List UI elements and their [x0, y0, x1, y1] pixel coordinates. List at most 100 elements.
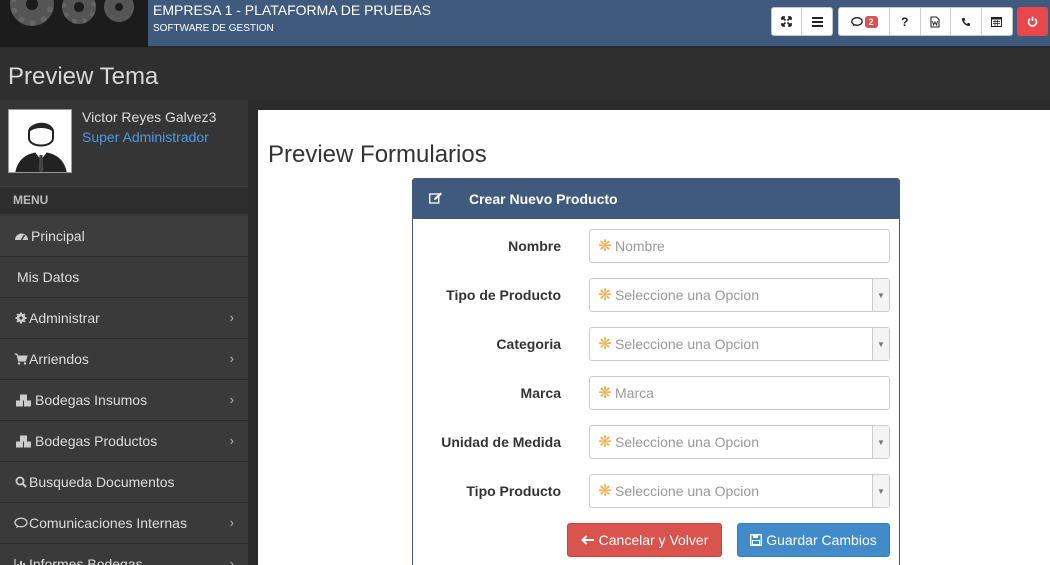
categoria-placeholder: Seleccione una Opcion: [615, 336, 759, 352]
form-row-categoria: Categoria ❋ Seleccione una Opcion ▼: [413, 327, 899, 361]
marca-label: Marca: [520, 385, 561, 401]
page-header: Preview Tema: [0, 48, 1050, 100]
arrow-left-icon: [580, 535, 594, 545]
sidebar-item-label: Comunicaciones Internas: [29, 515, 187, 531]
marca-placeholder: Marca: [615, 385, 654, 401]
asterisk-icon: ❋: [598, 385, 612, 402]
dashboard-icon: [15, 233, 28, 241]
panel-header: Crear Nuevo Producto: [413, 179, 899, 219]
sidebar-item-label: Informes Bodegas: [29, 556, 143, 565]
sidebar-item-informes-bodegas[interactable]: Informes Bodegas ›: [0, 544, 248, 565]
nombre-placeholder: Nombre: [615, 238, 665, 254]
caret-down-icon: ▼: [872, 279, 889, 311]
tipo-producto-select[interactable]: ❋ Seleccione una Opcion ▼: [589, 474, 890, 508]
view-toolbar: [771, 7, 833, 36]
top-navbar: EMPRESA 1 - PLATAFORMA DE PRUEBAS SOFTWA…: [0, 0, 1050, 47]
gear-icon: [15, 312, 27, 324]
asterisk-icon: ❋: [598, 238, 612, 255]
caret-down-icon: ▼: [872, 426, 889, 458]
tipo-de-producto-placeholder: Seleccione una Opcion: [615, 287, 759, 303]
unidad-de-medida-label: Unidad de Medida: [441, 434, 561, 450]
sidebar-item-arriendos[interactable]: Arriendos ›: [0, 339, 248, 380]
cart-icon: [14, 353, 28, 365]
sidebar-item-bodegas-insumos[interactable]: Bodegas Insumos ›: [0, 380, 248, 421]
help-button[interactable]: ?: [890, 8, 921, 35]
tipo-producto-placeholder: Seleccione una Opcion: [615, 483, 759, 499]
messages-badge: 2: [864, 15, 878, 28]
company-title: EMPRESA 1 - PLATAFORMA DE PRUEBAS: [153, 2, 431, 18]
cancel-button[interactable]: Cancelar y Volver: [567, 523, 722, 557]
calendar-button[interactable]: [982, 8, 1012, 35]
content-title: Preview Formularios: [268, 141, 487, 168]
menu-header: MENU: [0, 186, 248, 214]
chevron-right-icon: ›: [229, 556, 234, 565]
user-name: Victor Reyes Galvez3: [82, 109, 217, 125]
tipo-de-producto-label: Tipo de Producto: [446, 287, 561, 303]
calendar-icon: [991, 17, 1003, 27]
fullscreen-button[interactable]: [772, 8, 803, 35]
user-avatar-icon: [9, 110, 71, 172]
sidebar-item-principal[interactable]: Principal: [0, 216, 248, 257]
menu-toggle-button[interactable]: [802, 8, 832, 35]
chevron-right-icon: ›: [229, 351, 234, 366]
chevron-right-icon: ›: [229, 392, 234, 407]
comment-icon: [14, 517, 28, 529]
phone-button[interactable]: [951, 8, 982, 35]
sidebar-item-label: Busqueda Documentos: [29, 474, 175, 490]
sidebar-item-label: Administrar: [29, 310, 100, 326]
sidebar: Victor Reyes Galvez3 Super Administrador…: [0, 100, 248, 565]
help-label: ?: [901, 14, 909, 29]
form-row-nombre: Nombre ❋ Nombre: [413, 229, 899, 263]
cubes-icon: [16, 394, 31, 406]
sidebar-item-label: Bodegas Productos: [35, 433, 158, 449]
caret-down-icon: ▼: [872, 475, 889, 507]
sidebar-item-comunicaciones-internas[interactable]: Comunicaciones Internas ›: [0, 503, 248, 544]
phone-icon: [961, 17, 970, 26]
form-row-tipo-producto: Tipo Producto ❋ Seleccione una Opcion ▼: [413, 474, 899, 508]
cubes-icon: [16, 435, 31, 447]
sidebar-item-mis-datos[interactable]: Mis Datos: [0, 257, 248, 298]
search-icon: [15, 476, 27, 488]
form-row-unidad-de-medida: Unidad de Medida ❋ Seleccione una Opcion…: [413, 425, 899, 459]
tipo-de-producto-select[interactable]: ❋ Seleccione una Opcion ▼: [589, 278, 890, 312]
unidad-de-medida-placeholder: Seleccione una Opcion: [615, 434, 759, 450]
sidebar-item-bodegas-productos[interactable]: Bodegas Productos ›: [0, 421, 248, 462]
sidebar-item-label: Arriendos: [29, 351, 89, 367]
messages-button[interactable]: 2: [839, 8, 891, 35]
save-button-label: Guardar Cambios: [766, 532, 877, 548]
nombre-input[interactable]: ❋ Nombre: [589, 229, 890, 263]
asterisk-icon: ❋: [598, 287, 612, 304]
asterisk-icon: ❋: [598, 434, 612, 451]
save-icon: [750, 534, 763, 546]
sidebar-item-label: Bodegas Insumos: [35, 392, 148, 408]
product-form-panel: Crear Nuevo Producto Nombre ❋ Nombre Tip…: [412, 178, 900, 565]
categoria-label: Categoria: [496, 336, 561, 352]
user-role-link[interactable]: Super Administrador: [82, 129, 209, 145]
edit-icon: [413, 192, 469, 207]
page-title: Preview Tema: [8, 63, 159, 90]
save-button[interactable]: Guardar Cambios: [737, 523, 890, 557]
caret-down-icon: ▼: [872, 328, 889, 360]
avatar[interactable]: [8, 109, 72, 173]
action-toolbar: 2 ?: [838, 7, 1013, 36]
sidebar-item-administrar[interactable]: Administrar ›: [0, 298, 248, 339]
expand-icon: [781, 16, 792, 27]
bar-chart-icon: [14, 559, 25, 565]
comment-icon: [850, 16, 863, 26]
sidebar-item-busqueda-documentos[interactable]: Busqueda Documentos: [0, 462, 248, 503]
logout-button[interactable]: [1017, 7, 1048, 36]
menu-list: Principal Mis Datos Administrar › Arrien…: [0, 216, 248, 565]
chevron-right-icon: ›: [229, 310, 234, 325]
unidad-de-medida-select[interactable]: ❋ Seleccione una Opcion ▼: [589, 425, 890, 459]
bars-icon: [811, 16, 823, 27]
asterisk-icon: ❋: [598, 483, 612, 500]
categoria-select[interactable]: ❋ Seleccione una Opcion ▼: [589, 327, 890, 361]
chevron-right-icon: ›: [229, 515, 234, 530]
panel-title: Crear Nuevo Producto: [469, 191, 618, 207]
company-subtitle: SOFTWARE DE GESTION: [153, 23, 274, 34]
sidebar-item-label: Mis Datos: [17, 269, 80, 285]
asterisk-icon: ❋: [598, 336, 612, 353]
document-button[interactable]: [921, 8, 952, 35]
company-logo: [0, 0, 148, 47]
marca-input[interactable]: ❋ Marca: [589, 376, 890, 410]
